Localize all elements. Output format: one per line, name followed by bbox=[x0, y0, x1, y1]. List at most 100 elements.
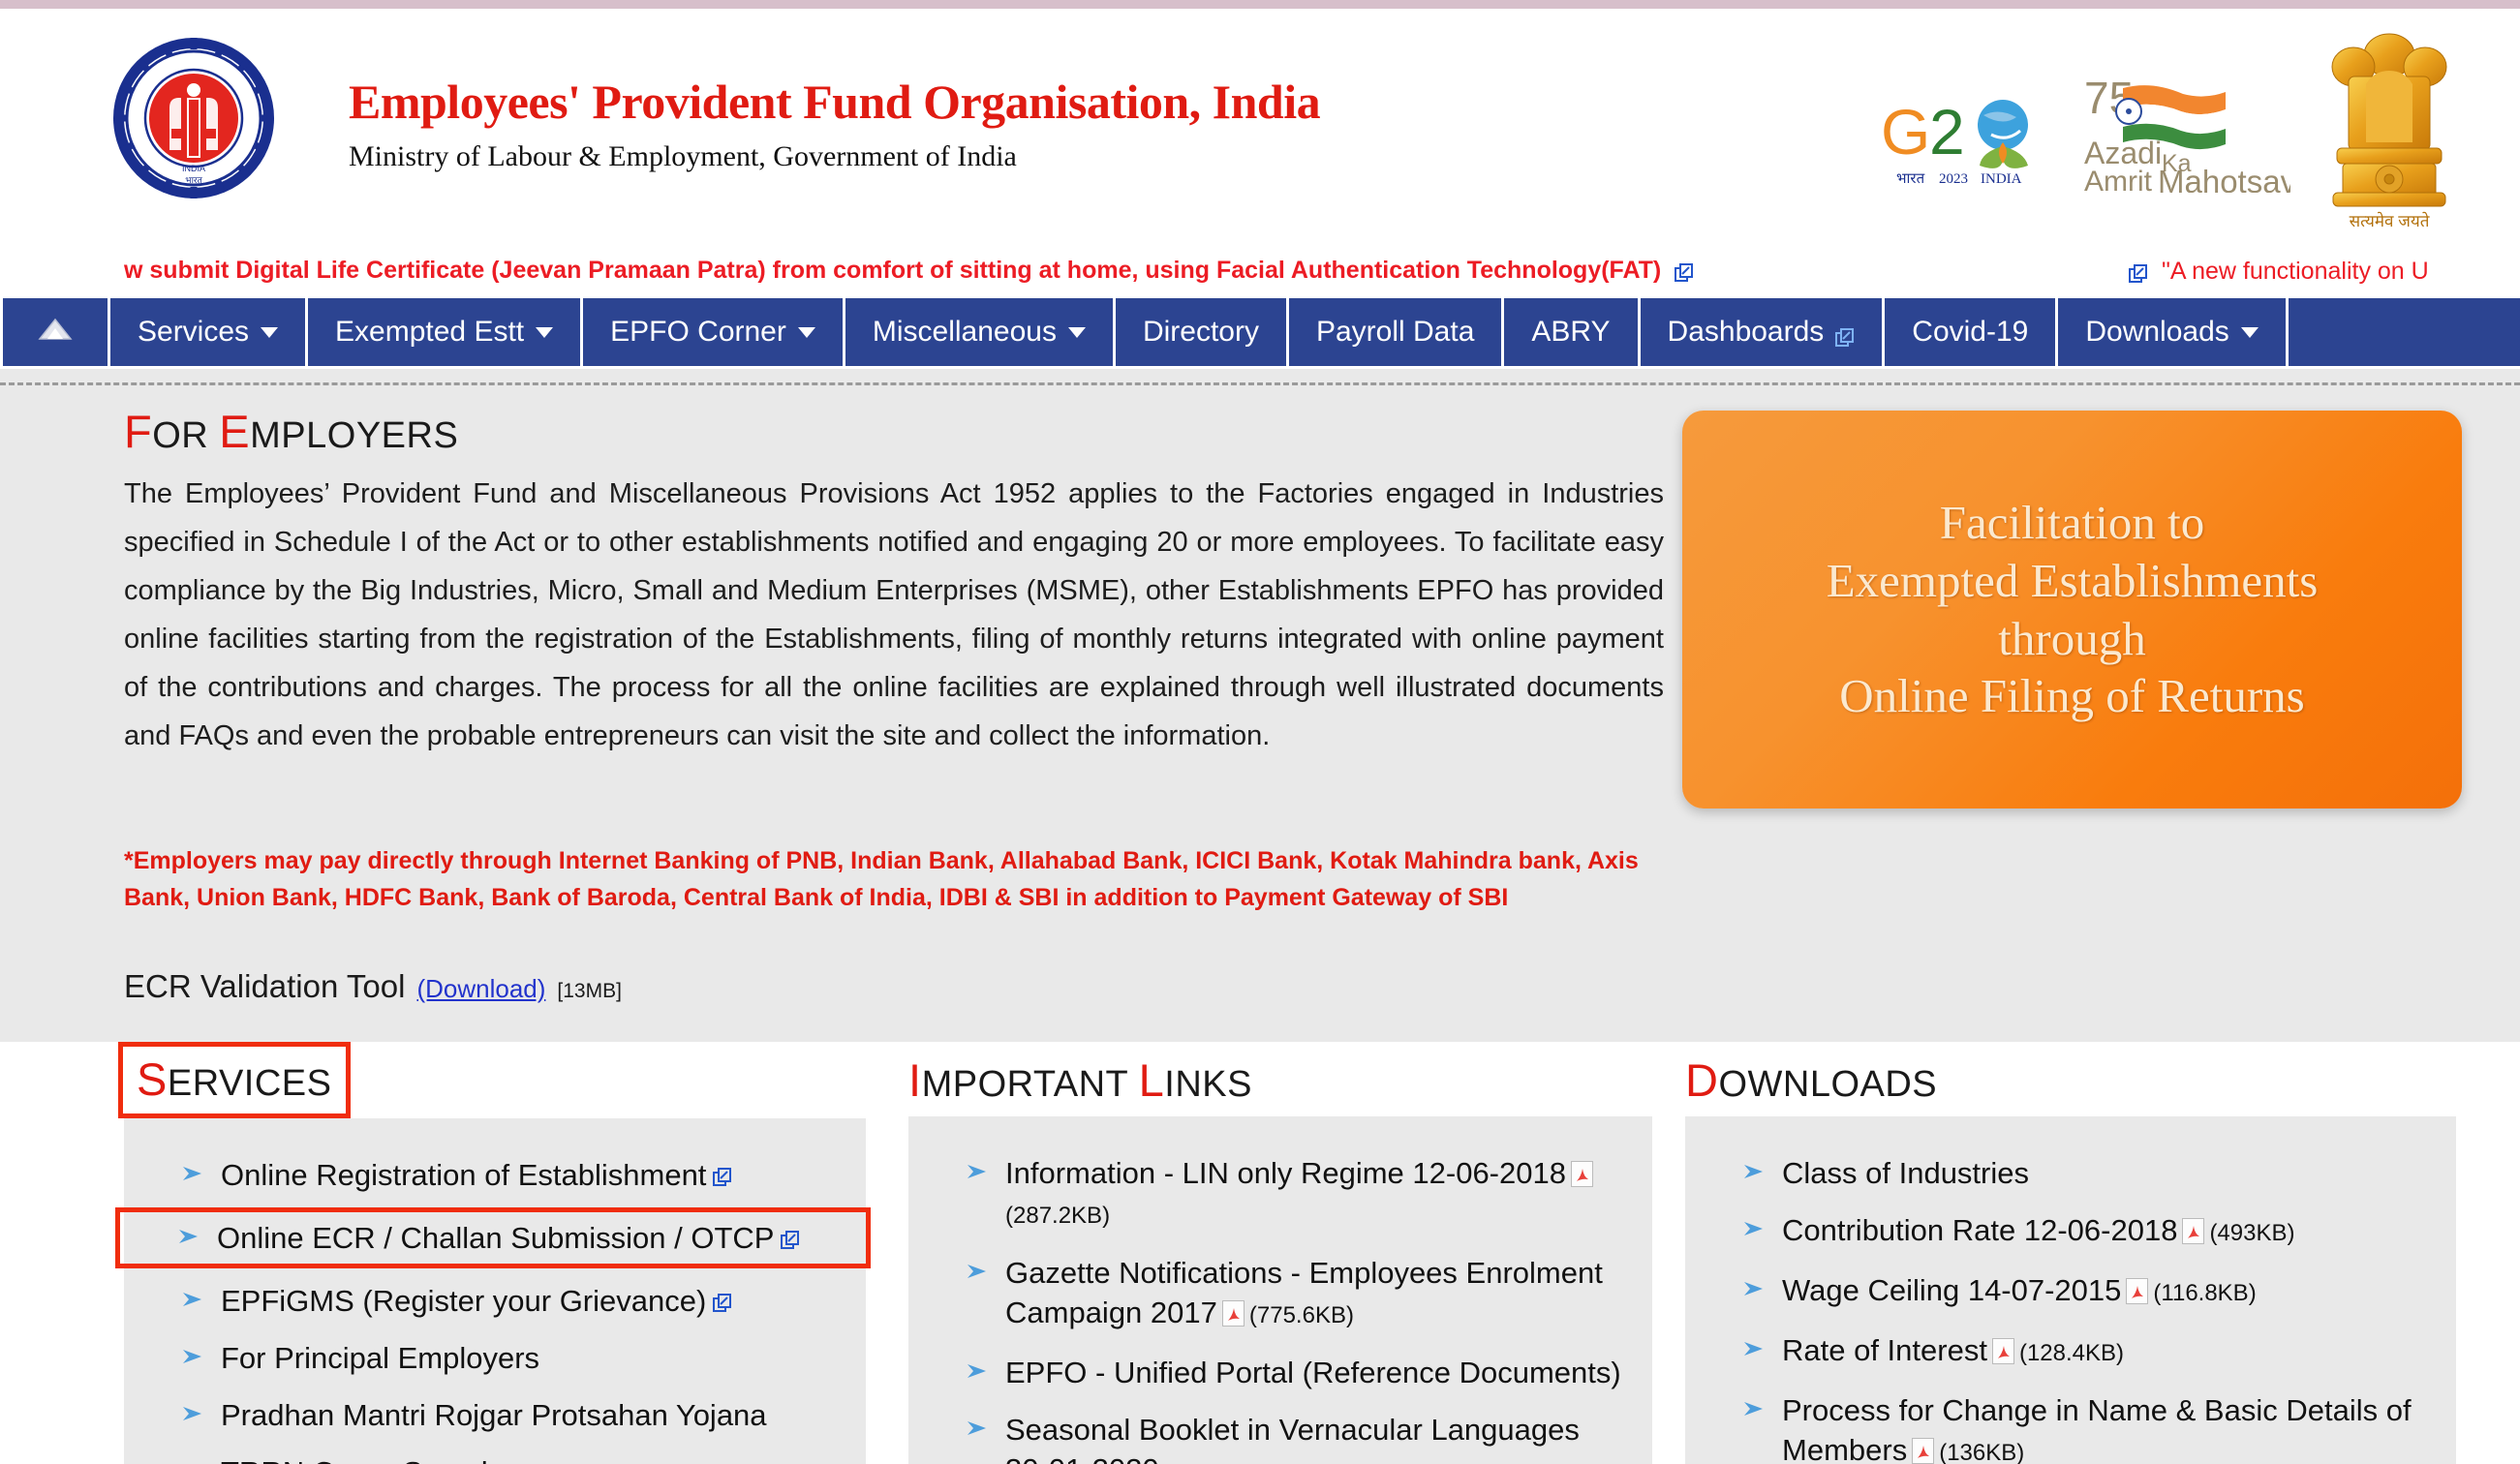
downloads-list: Class of Industries Contribution Rate 12… bbox=[1685, 1153, 2456, 1464]
column-important-links: IMPORTANT LINKS Information - LIN only R… bbox=[908, 1042, 1664, 1464]
ecr-download-link[interactable]: (Download) bbox=[416, 974, 545, 1004]
nav-item-miscellaneous[interactable]: Miscellaneous bbox=[845, 298, 1116, 366]
ministry-subtitle: Ministry of Labour & Employment, Governm… bbox=[349, 139, 1017, 172]
nav-label: Miscellaneous bbox=[872, 316, 1057, 348]
payment-banks-note: *Employers may pay directly through Inte… bbox=[124, 847, 1639, 911]
list-item[interactable]: Process for Change in Name & Basic Detai… bbox=[1685, 1390, 2456, 1464]
list-item-label: Rate of Interest (128.4KB) bbox=[1782, 1333, 2125, 1367]
list-item[interactable]: For Principal Employers bbox=[124, 1338, 866, 1378]
nav-label: Payroll Data bbox=[1315, 316, 1475, 348]
external-link-icon bbox=[1675, 261, 1694, 282]
list-item[interactable]: Contribution Rate 12-06-2018 (493KB) bbox=[1685, 1210, 2456, 1253]
ecr-validation-tool-row: ECR Validation Tool (Download) [13MB] bbox=[124, 968, 622, 1005]
nav-item-epfo-corner[interactable]: EPFO Corner bbox=[583, 298, 845, 366]
links-heading-rest2: INKS bbox=[1164, 1064, 1252, 1105]
chevron-down-icon bbox=[261, 326, 279, 338]
links-heading-rest: MPORTANT bbox=[921, 1064, 1139, 1105]
marquee-item-2-text: "A new functionality on U bbox=[2162, 258, 2429, 285]
services-list-body: Online Registration of Establishment Onl… bbox=[115, 1118, 871, 1464]
list-item-label: Online Registration of Establishment bbox=[221, 1155, 734, 1195]
page-root: INDIA भारत Employees' Provident Fund Org… bbox=[0, 0, 2520, 1464]
external-link-icon bbox=[781, 1220, 802, 1249]
nav-item-directory[interactable]: Directory bbox=[1116, 298, 1289, 366]
g20-logo-icon: G 2 भारत 2023 INDIA bbox=[1881, 96, 2028, 187]
svg-text:भारत: भारत bbox=[1896, 170, 1925, 187]
list-item[interactable]: Class of Industries bbox=[1685, 1153, 2456, 1193]
nav-item-home[interactable] bbox=[0, 298, 110, 366]
downloads-list-body: Class of Industries Contribution Rate 12… bbox=[1685, 1116, 2456, 1464]
list-item-highlighted[interactable]: Online ECR / Challan Submission / OTCP bbox=[115, 1207, 871, 1268]
nav-item-abry[interactable]: ABRY bbox=[1504, 298, 1641, 366]
list-item[interactable]: EPFiGMS (Register your Grievance) bbox=[124, 1281, 866, 1321]
services-heading-rest: ERVICES bbox=[167, 1063, 332, 1104]
exempted-establishments-promo-banner[interactable]: Facilitation to Exempted Establishments … bbox=[1682, 411, 2462, 808]
svg-text:G: G bbox=[1881, 96, 1930, 168]
arrow-bullet-icon bbox=[182, 1405, 203, 1427]
page-title-rest: OR bbox=[152, 415, 220, 456]
organisation-title: Employees' Provident Fund Organisation, … bbox=[349, 75, 1321, 129]
list-item-label: Online ECR / Challan Submission / OTCP bbox=[217, 1218, 802, 1258]
list-item[interactable]: TRRN Query Search bbox=[124, 1452, 866, 1464]
list-item[interactable]: Gazette Notifications - Employees Enrolm… bbox=[908, 1253, 1652, 1335]
nav-label: Directory bbox=[1142, 316, 1259, 348]
list-item[interactable]: Online Registration of Establishment bbox=[124, 1155, 866, 1195]
downloads-heading-rest: OWNLOADS bbox=[1718, 1064, 1938, 1105]
external-link-icon bbox=[1835, 322, 1855, 347]
column-services: SERVICES Online Registration of Establis… bbox=[115, 1042, 899, 1464]
page-title-rest2: MPLOYERS bbox=[250, 415, 459, 456]
ecr-tool-label: ECR Validation Tool bbox=[124, 968, 406, 1004]
nav-item-covid-19[interactable]: Covid-19 bbox=[1885, 298, 2059, 366]
important-links-heading: IMPORTANT LINKS bbox=[908, 1042, 1664, 1116]
arrow-bullet-icon bbox=[182, 1165, 203, 1187]
list-item-label: TRRN Query Search bbox=[221, 1452, 526, 1464]
marquee-item-1[interactable]: w submit Digital Life Certificate (Jeeva… bbox=[124, 257, 1694, 285]
list-item[interactable]: Wage Ceiling 14-07-2015 (116.8KB) bbox=[1685, 1270, 2456, 1313]
section-divider bbox=[0, 382, 2520, 385]
list-item-label: Pradhan Mantri Rojgar Protsahan Yojana bbox=[221, 1398, 767, 1432]
page-title: FOR EMPLOYERS bbox=[124, 405, 458, 458]
epfo-logo[interactable]: INDIA भारत bbox=[111, 36, 276, 200]
list-item[interactable]: Rate of Interest (128.4KB) bbox=[1685, 1330, 2456, 1373]
nav-label: ABRY bbox=[1531, 316, 1611, 348]
external-link-icon bbox=[713, 1283, 734, 1312]
list-item-label: Gazette Notifications - Employees Enrolm… bbox=[1005, 1256, 1603, 1329]
emblem-motto: सत्यमेव जयते bbox=[2350, 211, 2430, 230]
intro-paragraph: The Employees’ Provident Fund and Miscel… bbox=[124, 478, 1664, 751]
list-item[interactable]: Seasonal Booklet in Vernacular Languages… bbox=[908, 1410, 1652, 1464]
important-links-list-body: Information - LIN only Regime 12-06-2018… bbox=[908, 1116, 1652, 1464]
list-item[interactable]: Information - LIN only Regime 12-06-2018… bbox=[908, 1153, 1652, 1235]
chevron-down-icon bbox=[1067, 326, 1086, 338]
arrow-bullet-icon bbox=[967, 1362, 988, 1385]
pdf-icon bbox=[1221, 1296, 1245, 1327]
services-heading: SERVICES bbox=[118, 1042, 351, 1118]
downloads-heading-cap: D bbox=[1685, 1054, 1719, 1106]
svg-text:INDIA: INDIA bbox=[182, 164, 205, 173]
page-title-cap2: E bbox=[219, 406, 251, 457]
svg-text:INDIA: INDIA bbox=[1981, 171, 2022, 187]
home-icon bbox=[36, 314, 75, 351]
links-heading-cap2: L bbox=[1138, 1054, 1165, 1106]
nav-label: Exempted Estt bbox=[335, 316, 525, 348]
arrow-bullet-icon bbox=[967, 1419, 988, 1442]
arrow-bullet-icon bbox=[1743, 1400, 1765, 1422]
column-downloads: DOWNLOADS Class of Industries Contributi… bbox=[1685, 1042, 2470, 1464]
nav-item-dashboards[interactable]: Dashboards bbox=[1641, 298, 1886, 366]
list-item-label: EPFiGMS (Register your Grievance) bbox=[221, 1281, 734, 1321]
marquee-item-2[interactable]: "A new functionality on U bbox=[2129, 258, 2429, 286]
ecr-file-size: [13MB] bbox=[557, 980, 622, 1002]
nav-item-services[interactable]: Services bbox=[110, 298, 309, 366]
list-item-label: Wage Ceiling 14-07-2015 (116.8KB) bbox=[1782, 1273, 2257, 1307]
main-navigation[interactable]: Services Exempted Estt EPFO Corner Misce… bbox=[0, 298, 2520, 366]
list-item[interactable]: EPFO - Unified Portal (Reference Documen… bbox=[908, 1353, 1652, 1392]
pdf-icon bbox=[1912, 1434, 1935, 1464]
list-item[interactable]: Pradhan Mantri Rojgar Protsahan Yojana bbox=[124, 1395, 866, 1435]
announcement-marquee[interactable]: w submit Digital Life Certificate (Jeeva… bbox=[0, 244, 2520, 298]
arrow-bullet-icon bbox=[1743, 1220, 1765, 1242]
svg-text:2: 2 bbox=[1929, 96, 1965, 168]
promo-line-3: through bbox=[1998, 611, 2146, 665]
nav-item-payroll-data[interactable]: Payroll Data bbox=[1289, 298, 1505, 366]
list-item-label: Seasonal Booklet in Vernacular Languages… bbox=[1005, 1413, 1580, 1464]
arrow-bullet-icon bbox=[1743, 1280, 1765, 1302]
nav-item-exempted-estt[interactable]: Exempted Estt bbox=[308, 298, 584, 366]
nav-item-downloads[interactable]: Downloads bbox=[2058, 298, 2289, 366]
